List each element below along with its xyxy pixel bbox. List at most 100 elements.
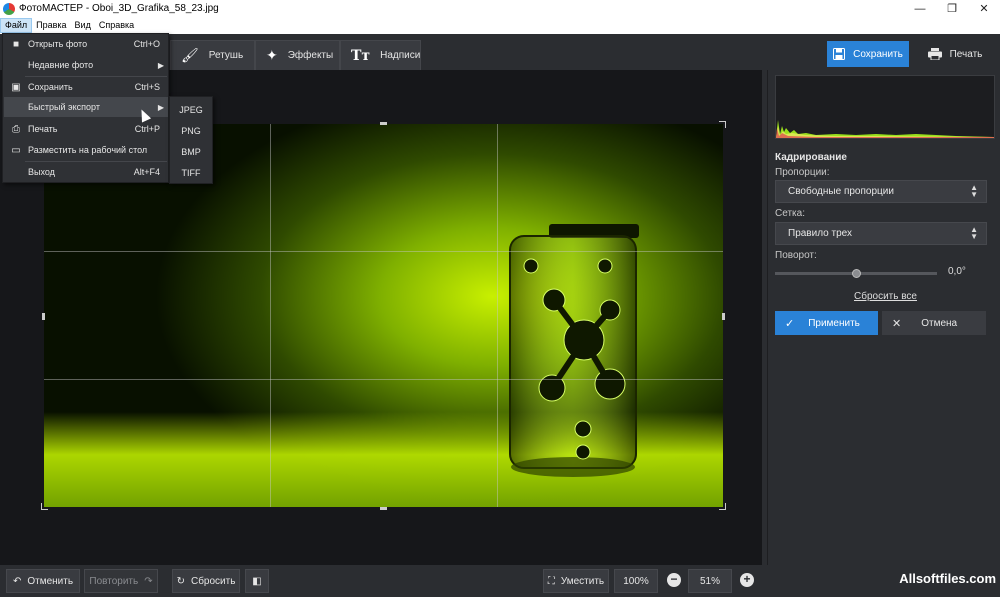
grid-select[interactable]: Правило трех ▲ ▼ xyxy=(775,222,987,245)
zoom-value: 51% xyxy=(688,569,732,593)
rotation-slider-knob[interactable] xyxy=(851,269,861,278)
reset-all-link[interactable]: Сбросить все xyxy=(854,291,917,302)
apply-button-label: Применить xyxy=(808,317,860,329)
grid-line xyxy=(497,124,498,507)
menu-item-shortcut: Ctrl+O xyxy=(133,39,160,49)
tab-effects-label: Эффекты xyxy=(287,50,334,61)
reset-button-label: Сбросить xyxy=(190,575,236,587)
histogram xyxy=(775,75,995,139)
menu-item-exit[interactable]: Выход Alt+F4 xyxy=(4,162,168,182)
export-tiff[interactable]: TIFF xyxy=(170,162,212,183)
menu-item-label: Сохранить xyxy=(28,82,73,92)
crop-handle-top-right[interactable] xyxy=(719,121,726,128)
export-bmp[interactable]: BMP xyxy=(170,141,212,162)
menu-file[interactable]: Файл xyxy=(0,18,33,33)
panel-heading: Кадрирование xyxy=(775,152,847,163)
printer-icon xyxy=(927,48,942,60)
menu-item-label: Недавние фото xyxy=(28,60,94,70)
quick-export-submenu: JPEG PNG BMP TIFF xyxy=(169,96,213,184)
crop-handle-bottom-right[interactable] xyxy=(719,503,726,510)
check-icon: ✓ xyxy=(785,317,795,330)
undo-button-label: Отменить xyxy=(27,575,74,587)
menu-item-label: Открыть фото xyxy=(28,39,88,49)
menu-item-label: Печать xyxy=(28,124,58,134)
save-button-label: Сохранить xyxy=(853,48,903,60)
magic-wand-icon: ✦ xyxy=(266,47,278,63)
menu-view[interactable]: Вид xyxy=(71,18,95,33)
reset-button[interactable]: ↻ Сбросить xyxy=(172,569,240,593)
fit-button[interactable]: ⛶ Уместить xyxy=(543,569,609,593)
crop-handle-top[interactable] xyxy=(380,122,387,125)
menu-bar: Файл Правка Вид Справка xyxy=(0,17,1000,34)
zoom-out-icon[interactable]: − xyxy=(667,573,681,587)
print-button-label: Печать xyxy=(949,48,983,60)
save-icon xyxy=(833,48,846,60)
grid-line xyxy=(44,251,723,252)
redo-button-label: Повторить xyxy=(89,575,139,587)
grid-value: Правило трех xyxy=(788,228,852,239)
menu-item-label: Выход xyxy=(28,167,55,177)
menu-item-shortcut: Ctrl+P xyxy=(134,124,160,134)
minimize-icon[interactable]: — xyxy=(904,0,936,17)
menu-item-label: Разместить на рабочий стол xyxy=(28,145,148,155)
crop-handle-left[interactable] xyxy=(42,313,45,320)
compare-icon: ◧ xyxy=(252,575,262,587)
monitor-icon: ▭ xyxy=(11,144,21,156)
crop-panel: Кадрирование Пропорции: Свободные пропор… xyxy=(767,70,1000,565)
close-icon: ✕ xyxy=(892,317,902,330)
zoom-100-label: 100% xyxy=(623,575,649,587)
submenu-arrow-icon: ▶ xyxy=(157,60,164,70)
menu-item-save[interactable]: ▣ Сохранить Ctrl+S xyxy=(4,77,168,97)
fit-icon: ⛶ xyxy=(547,575,555,587)
watermark: Allsoftfiles.com xyxy=(899,571,996,586)
grid-label: Сетка: xyxy=(775,208,805,219)
app-icon xyxy=(3,2,15,15)
tab-text[interactable]: Tт Надписи xyxy=(340,40,421,70)
crop-handle-bottom-left[interactable] xyxy=(41,503,48,510)
menu-item-open-photo[interactable]: ■ Открыть фото Ctrl+O xyxy=(4,34,168,54)
menu-item-shortcut: Alt+F4 xyxy=(133,167,160,177)
crop-handle-bottom[interactable] xyxy=(380,507,387,510)
tab-effects[interactable]: ✦ Эффекты xyxy=(255,40,340,70)
close-icon[interactable]: ✕ xyxy=(968,0,1000,17)
export-png[interactable]: PNG xyxy=(170,120,212,141)
zoom-100-button[interactable]: 100% xyxy=(614,569,658,593)
redo-icon: ↷ xyxy=(144,575,153,587)
menu-help[interactable]: Справка xyxy=(95,18,138,33)
fit-button-label: Уместить xyxy=(560,575,605,587)
print-button[interactable]: Печать xyxy=(913,41,997,67)
window-title: ФотоМАСТЕР - Oboi_3D_Grafika_58_23.jpg xyxy=(19,3,219,14)
menu-item-set-wallpaper[interactable]: ▭ Разместить на рабочий стол xyxy=(4,140,168,160)
menu-item-shortcut: Ctrl+S xyxy=(134,82,160,92)
redo-button[interactable]: Повторить ↷ xyxy=(84,569,158,593)
reset-icon: ↻ xyxy=(176,575,185,587)
export-jpeg[interactable]: JPEG xyxy=(170,99,212,120)
rotation-value: 0,0° xyxy=(948,266,966,277)
rotation-slider[interactable] xyxy=(775,269,937,278)
crop-handle-right[interactable] xyxy=(722,313,725,320)
brush-icon: 🖌 xyxy=(181,47,199,63)
updown-arrows-icon: ▲ ▼ xyxy=(970,183,978,199)
window-controls: — ❐ ✕ xyxy=(904,0,1000,17)
menu-edit[interactable]: Правка xyxy=(32,18,70,33)
tab-retouch[interactable]: 🖌 Ретушь xyxy=(170,40,255,70)
cancel-button[interactable]: ✕ Отмена xyxy=(882,311,986,335)
compare-button[interactable]: ◧ xyxy=(245,569,269,593)
grid-line xyxy=(270,124,271,507)
submenu-arrow-icon: ▶ xyxy=(157,102,164,112)
menu-item-recent-photos[interactable]: Недавние фото ▶ xyxy=(4,55,168,75)
menu-item-print[interactable]: ⎙ Печать Ctrl+P xyxy=(4,119,168,139)
tab-retouch-label: Ретушь xyxy=(208,50,244,61)
apply-button[interactable]: ✓ Применить xyxy=(775,311,878,335)
rotation-label: Поворот: xyxy=(775,250,817,261)
cancel-button-label: Отмена xyxy=(921,317,958,329)
grid-line xyxy=(44,379,723,380)
save-button[interactable]: Сохранить xyxy=(827,41,909,67)
proportions-select[interactable]: Свободные пропорции ▲ ▼ xyxy=(775,180,987,203)
folder-icon: ■ xyxy=(12,38,20,50)
zoom-in-icon[interactable]: + xyxy=(740,573,754,587)
printer-icon: ⎙ xyxy=(12,123,20,135)
bottom-bar: ↶ Отменить Повторить ↷ ↻ Сбросить ◧ ⛶ Ум… xyxy=(0,565,1000,597)
undo-button[interactable]: ↶ Отменить xyxy=(6,569,80,593)
maximize-icon[interactable]: ❐ xyxy=(936,0,968,17)
